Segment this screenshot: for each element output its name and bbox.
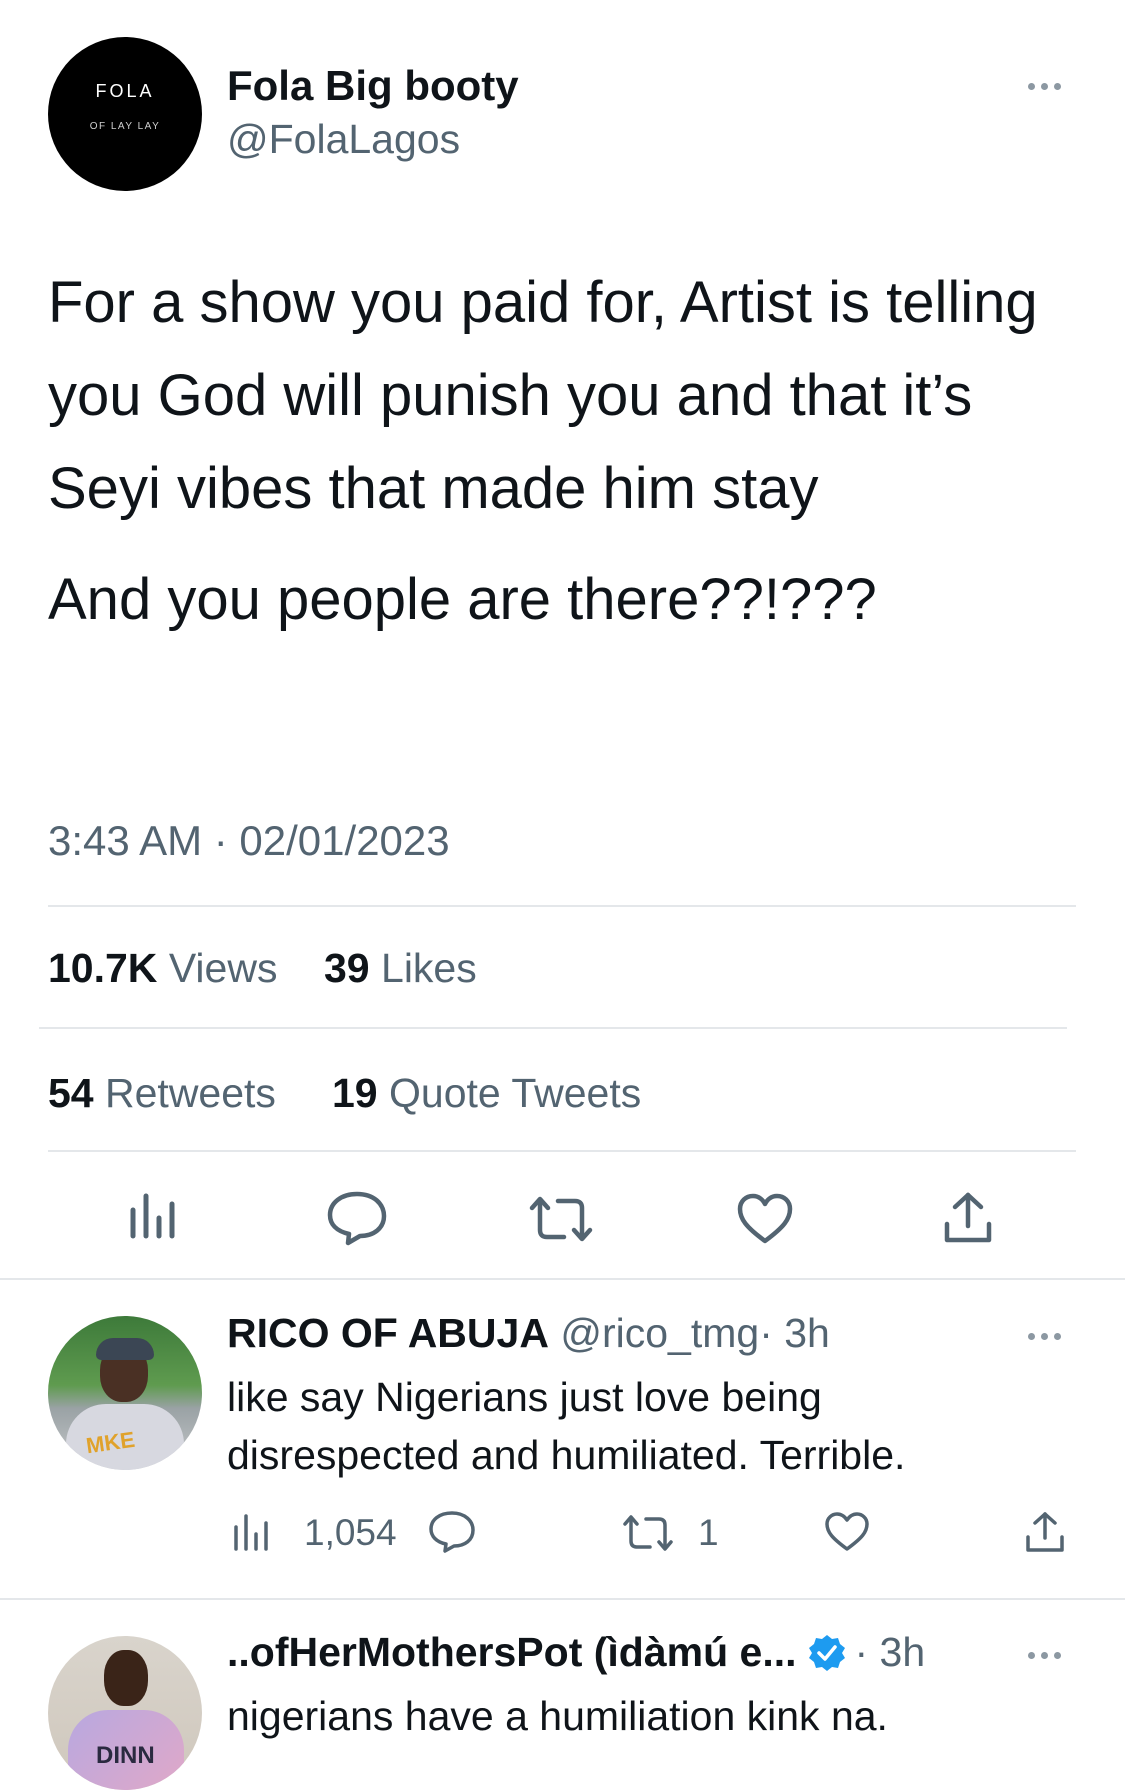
share-icon[interactable] <box>1024 1510 1066 1554</box>
retweets-stat[interactable]: 54 Retweets <box>48 1070 276 1117</box>
likes-label: Likes <box>381 945 477 991</box>
quote-tweets-label: Quote Tweets <box>389 1070 642 1116</box>
reply-display-name[interactable]: RICO OF ABUJA <box>227 1310 549 1356</box>
more-icon[interactable] <box>1028 83 1061 90</box>
reply-icon[interactable] <box>326 1190 388 1246</box>
tweet-text-paragraph-2: And you people are there??!??? <box>48 567 877 632</box>
tweet-timestamp[interactable]: 3:43 AM · 02/01/2023 <box>48 817 450 865</box>
quote-tweets-stat[interactable]: 19 Quote Tweets <box>332 1070 641 1117</box>
section-divider <box>0 1598 1125 1600</box>
tweet-text-paragraph-1: For a show you paid for, Artist is telli… <box>48 270 1038 521</box>
reply-text: nigerians have a humiliation kink na. <box>227 1693 888 1739</box>
reply-icon[interactable] <box>428 1510 476 1554</box>
more-icon[interactable] <box>1028 1333 1061 1340</box>
reply-retweet-count: 1 <box>698 1512 719 1553</box>
likes-stat[interactable]: 39 Likes <box>324 945 477 992</box>
avatar-head <box>104 1650 148 1706</box>
views-label: Views <box>168 945 278 991</box>
more-icon[interactable] <box>1028 1652 1061 1659</box>
views-count: 10.7K <box>48 945 158 991</box>
reply-header: RICO OF ABUJA @rico_tmg· 3h <box>227 1310 830 1357</box>
retweets-count: 54 <box>48 1070 94 1116</box>
reply-time: · 3h <box>854 1629 926 1675</box>
views-icon[interactable] <box>232 1513 272 1553</box>
avatar-logo-top: FOLA <box>95 81 155 101</box>
author-display-name[interactable]: Fola Big booty <box>227 62 519 110</box>
reply-views-count: 1,054 <box>304 1512 397 1553</box>
avatar-cap <box>96 1338 154 1360</box>
reply-handle[interactable]: @rico_tmg <box>560 1310 759 1356</box>
like-icon[interactable] <box>824 1511 870 1553</box>
views-icon[interactable] <box>128 1192 178 1242</box>
divider <box>48 905 1076 907</box>
reply-time: · 3h <box>759 1310 830 1356</box>
tweet-text: For a show you paid for, Artist is telli… <box>48 256 1068 646</box>
reply-text: like say Nigerians just love being disre… <box>227 1374 906 1478</box>
verified-icon <box>807 1633 847 1673</box>
reply-header: ..ofHerMothersPot (ìdàmú e... · 3h <box>227 1629 925 1676</box>
views-stat[interactable]: 10.7K Views <box>48 945 277 992</box>
retweet-icon[interactable] <box>528 1194 594 1244</box>
retweets-label: Retweets <box>105 1070 276 1116</box>
section-divider <box>0 1278 1125 1280</box>
quote-tweets-count: 19 <box>332 1070 378 1116</box>
reply-avatar[interactable]: DINN <box>48 1636 202 1790</box>
reply-display-name[interactable]: ..ofHerMothersPot (ìdàmú e... <box>227 1629 797 1676</box>
author-avatar[interactable]: FOLA OF LAY LAY <box>48 37 202 191</box>
reply-avatar[interactable]: MKE <box>48 1316 202 1470</box>
like-icon[interactable] <box>736 1193 794 1245</box>
likes-count: 39 <box>324 945 370 991</box>
retweet-icon[interactable] <box>622 1513 674 1553</box>
divider <box>39 1027 1067 1029</box>
avatar-shirt-text: DINN <box>96 1742 155 1769</box>
author-handle[interactable]: @FolaLagos <box>227 116 460 163</box>
share-icon[interactable] <box>942 1190 994 1246</box>
avatar-logo-bottom: OF LAY LAY <box>89 121 161 132</box>
divider <box>48 1150 1076 1152</box>
